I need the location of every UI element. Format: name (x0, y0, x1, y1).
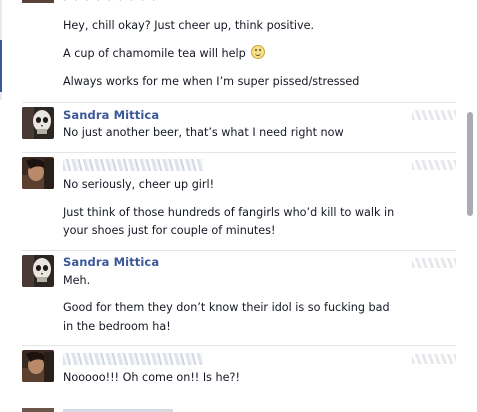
message-text: Just think of those hundreds of fangirls… (63, 206, 395, 219)
author-name[interactable]: Sandra Mittica (63, 108, 159, 122)
avatar-sandra[interactable] (22, 107, 54, 139)
message-separator (22, 345, 456, 346)
message-group: · · · · · · · · · Hey, chill okay? Just … (0, 0, 462, 98)
message-group: Sandra Mittica Meh. Good for them they d… (0, 252, 462, 342)
message-separator (22, 102, 456, 103)
message-group: No seriously, cheer up girl! Just think … (0, 154, 462, 248)
avatar-sandra[interactable] (22, 255, 54, 287)
author-name[interactable]: Sandra Mittica (63, 255, 159, 269)
friend-avatar (22, 157, 54, 189)
message-text: Good for them they don’t know their idol… (63, 301, 390, 314)
message-text: No just another beer, that’s what I need… (63, 126, 344, 139)
timestamp (412, 160, 456, 170)
message-text: Meh. (63, 274, 91, 287)
message-separator (22, 250, 456, 251)
message-group: Sandra Mittica No just another beer, tha… (0, 104, 462, 152)
message-text-content: A cup of chamomile tea will help (63, 47, 246, 60)
message-text: in the bedroom ha! (63, 320, 171, 333)
avatar (22, 0, 54, 3)
scrollbar[interactable] (462, 0, 477, 412)
skull-avatar (22, 107, 54, 139)
message-text: A cup of chamomile tea will help (63, 44, 423, 64)
scrollbar-thumb[interactable] (467, 112, 473, 216)
timestamp (412, 258, 456, 268)
message-text: your shoes just for couple of minutes! (63, 224, 276, 237)
avatar-friend[interactable] (22, 157, 54, 189)
skull-avatar (22, 255, 54, 287)
friend-avatar (22, 350, 54, 382)
message-text: No seriously, cheer up girl! (63, 178, 215, 191)
message-separator (22, 152, 456, 153)
author-name[interactable] (63, 353, 203, 365)
message-text: Nooooo!!! Oh come on!! Is he?! (63, 371, 240, 384)
timestamp (412, 110, 456, 120)
next-message-preview (0, 404, 477, 412)
ellipsis-marker: · · · · · · · · · (63, 0, 158, 7)
author-name[interactable] (63, 159, 203, 171)
chat-thread: · · · · · · · · · Hey, chill okay? Just … (0, 0, 462, 412)
smiley-icon (251, 45, 266, 59)
avatar-friend[interactable] (22, 350, 54, 382)
message-group: Nooooo!!! Oh come on!! Is he?! (0, 347, 462, 397)
message-text: Always works for me when I’m super pisse… (63, 75, 360, 88)
timestamp (412, 354, 456, 364)
message-text: Hey, chill okay? Just cheer up, think po… (63, 19, 315, 32)
